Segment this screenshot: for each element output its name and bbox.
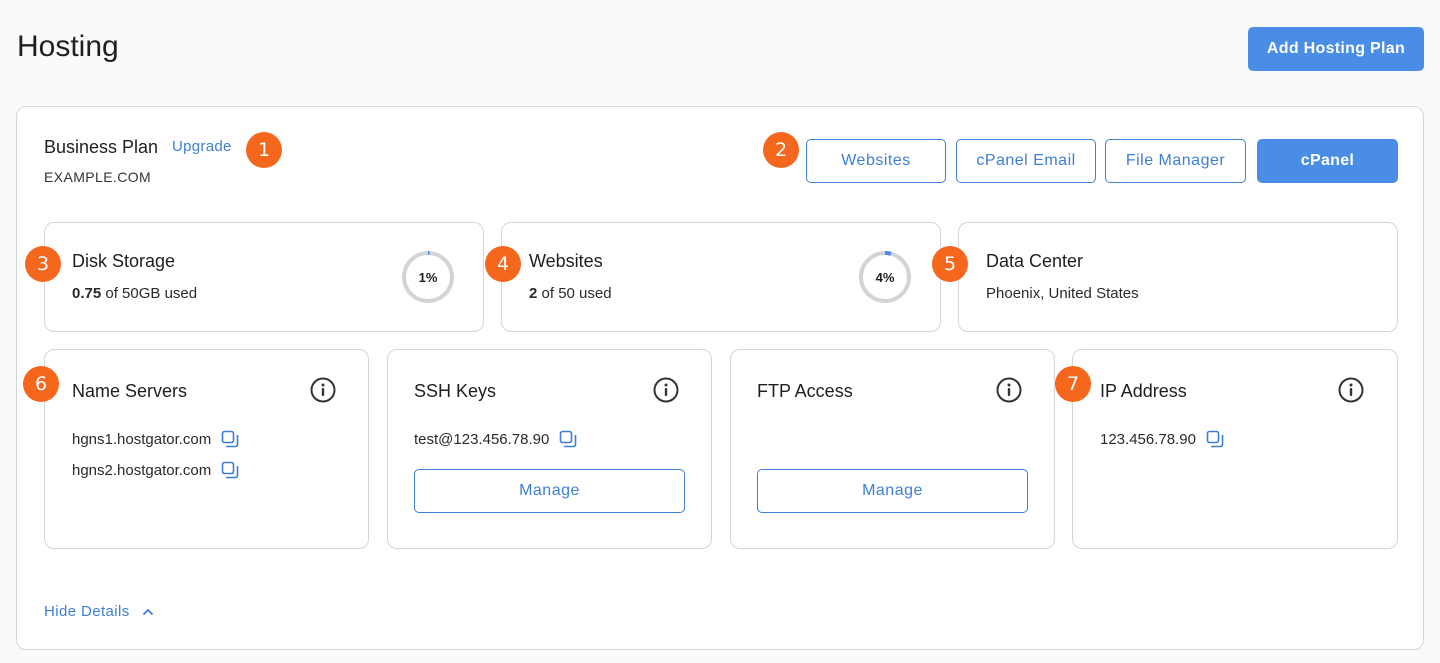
websites-usage-count: 2 of 50 used bbox=[529, 285, 612, 302]
ssh-manage-button[interactable]: Manage bbox=[414, 469, 685, 513]
disk-storage-usage: 0.75 of 50GB used bbox=[72, 285, 198, 302]
plan-domain: EXAMPLE.COM bbox=[44, 169, 152, 185]
callout-badge-4: 4 bbox=[485, 246, 521, 282]
callout-badge-6: 6 bbox=[23, 366, 59, 402]
callout-badge-2: 2 bbox=[763, 132, 799, 168]
name-server-1: hgns1.hostgator.com bbox=[72, 430, 239, 448]
ssh-key-line: test@123.456.78.90 bbox=[414, 430, 577, 448]
callout-badge-5: 5 bbox=[932, 246, 968, 282]
plan-name: Business Plan bbox=[44, 137, 159, 157]
websites-usage-card: Websites 2 of 50 used 4% bbox=[501, 222, 941, 332]
name-servers-title: Name Servers bbox=[72, 381, 188, 401]
ip-address-title: IP Address bbox=[1100, 381, 1187, 401]
info-icon[interactable] bbox=[1338, 377, 1364, 403]
ftp-access-title: FTP Access bbox=[757, 381, 853, 401]
callout-badge-3: 3 bbox=[25, 246, 61, 282]
websites-usage-percent: 4% bbox=[875, 269, 895, 285]
copy-icon[interactable] bbox=[559, 430, 577, 448]
disk-storage-title: Disk Storage bbox=[72, 251, 176, 271]
ip-address-text: 123.456.78.90 bbox=[1100, 430, 1196, 448]
data-center-card: Data Center Phoenix, United States bbox=[958, 222, 1398, 332]
ip-address-line: 123.456.78.90 bbox=[1100, 430, 1224, 448]
ftp-access-card: FTP Access Manage bbox=[730, 349, 1055, 549]
copy-icon[interactable] bbox=[1206, 430, 1224, 448]
copy-icon[interactable] bbox=[221, 461, 239, 479]
name-servers-card: Name Servers hgns1.hostgator.com hgns2.h… bbox=[44, 349, 369, 549]
hide-details-label: Hide Details bbox=[44, 603, 130, 620]
data-center-title: Data Center bbox=[986, 251, 1084, 271]
hosting-plan-card: Business Plan Upgrade 1 EXAMPLE.COM 2 We… bbox=[16, 106, 1424, 650]
ftp-manage-button[interactable]: Manage bbox=[757, 469, 1028, 513]
file-manager-button[interactable]: File Manager bbox=[1105, 139, 1246, 183]
disk-usage-ring: 1% bbox=[401, 250, 455, 304]
hide-details-toggle[interactable]: Hide Details bbox=[44, 603, 154, 620]
ssh-key-text: test@123.456.78.90 bbox=[414, 430, 550, 448]
upgrade-link[interactable]: Upgrade bbox=[172, 138, 232, 155]
info-icon[interactable] bbox=[996, 377, 1022, 403]
disk-usage-percent: 1% bbox=[418, 269, 438, 285]
name-server-2: hgns2.hostgator.com bbox=[72, 461, 239, 479]
callout-badge-1: 1 bbox=[246, 132, 282, 168]
info-icon[interactable] bbox=[653, 377, 679, 403]
disk-storage-card: Disk Storage 0.75 of 50GB used 1% bbox=[44, 222, 484, 332]
name-server-1-text: hgns1.hostgator.com bbox=[72, 430, 212, 448]
ssh-keys-card: SSH Keys test@123.456.78.90 Manage bbox=[387, 349, 712, 549]
cpanel-button[interactable]: cPanel bbox=[1257, 139, 1398, 183]
page-title: Hosting bbox=[17, 30, 119, 63]
cpanel-email-button[interactable]: cPanel Email bbox=[956, 139, 1096, 183]
ssh-keys-title: SSH Keys bbox=[414, 381, 497, 401]
websites-usage-title: Websites bbox=[529, 251, 603, 271]
chevron-up-icon bbox=[142, 608, 153, 615]
copy-icon[interactable] bbox=[221, 430, 239, 448]
info-icon[interactable] bbox=[310, 377, 336, 403]
callout-badge-7: 7 bbox=[1055, 366, 1091, 402]
ip-address-card: IP Address 123.456.78.90 bbox=[1072, 349, 1398, 549]
data-center-location: Phoenix, United States bbox=[986, 285, 1139, 302]
websites-button[interactable]: Websites bbox=[806, 139, 946, 183]
name-server-2-text: hgns2.hostgator.com bbox=[72, 461, 212, 479]
add-hosting-plan-button[interactable]: Add Hosting Plan bbox=[1248, 27, 1424, 71]
websites-usage-ring: 4% bbox=[858, 250, 912, 304]
